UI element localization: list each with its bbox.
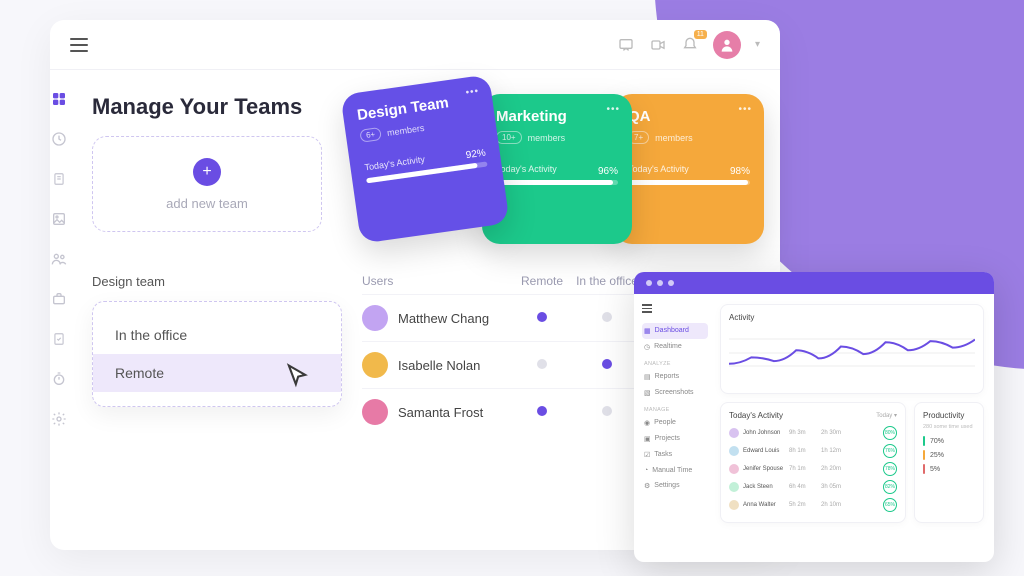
mini-sidebar: ▦Dashboard ◷Realtime ANALYZE ▤Reports ▧S… — [634, 294, 716, 562]
left-nav-rail — [50, 70, 68, 550]
productivity-card: Productivity 280 some time used 70%25%5% — [914, 402, 984, 523]
nav-people[interactable]: ◉People — [642, 415, 708, 431]
list-item: 5% — [923, 462, 975, 476]
table-row[interactable]: Matthew Chang — [362, 294, 642, 341]
list-item: John Johnson9h 3m2h 30m80% — [729, 424, 897, 442]
list-item: Anna Walter5h 2m2h 10m65% — [729, 496, 897, 514]
document-icon[interactable] — [50, 170, 68, 188]
dashboard-icon[interactable] — [50, 90, 68, 108]
topbar: 11 ▾ — [50, 20, 780, 70]
table-row[interactable]: Samanta Frost — [362, 388, 642, 435]
list-item: Edward Louis8h 1m1h 12m76% — [729, 442, 897, 460]
team-card-marketing[interactable]: ••• Marketing 10+members Today's Activit… — [482, 94, 632, 244]
nav-realtime[interactable]: ◷Realtime — [642, 339, 708, 355]
more-icon[interactable]: ••• — [606, 104, 620, 115]
nav-manual-time[interactable]: ◔Manual Time — [642, 463, 708, 478]
plus-icon: + — [193, 158, 221, 186]
list-item: 70% — [923, 434, 975, 448]
page-title: Manage Your Teams — [92, 94, 322, 120]
nav-screenshots[interactable]: ▧Screenshots — [642, 385, 708, 401]
team-card-qa[interactable]: ••• QA 7+members Today's Activity 98% — [614, 94, 764, 244]
notification-badge: 11 — [694, 30, 707, 39]
checklist-icon[interactable] — [50, 330, 68, 348]
activity-line-chart — [729, 326, 975, 380]
mini-dashboard-window: ▦Dashboard ◷Realtime ANALYZE ▤Reports ▧S… — [634, 272, 994, 562]
mini-titlebar — [634, 272, 994, 294]
users-table-header: Users Remote In the office — [362, 274, 642, 294]
menu-icon[interactable] — [642, 304, 708, 313]
nav-reports[interactable]: ▤Reports — [642, 369, 708, 385]
gear-icon[interactable] — [50, 410, 68, 428]
location-option-office[interactable]: In the office — [93, 316, 341, 354]
image-icon[interactable] — [50, 210, 68, 228]
team-card-title: QA — [628, 108, 750, 125]
more-icon[interactable]: ••• — [465, 86, 480, 99]
video-icon[interactable] — [649, 36, 667, 54]
list-item: Jack Steen6h 4m3h 05m82% — [729, 478, 897, 496]
bell-icon[interactable]: 11 — [681, 36, 699, 54]
add-team-label: add new team — [166, 196, 248, 211]
timer-icon[interactable] — [50, 370, 68, 388]
avatar[interactable] — [713, 31, 741, 59]
nav-dashboard[interactable]: ▦Dashboard — [642, 323, 708, 339]
nav-tasks[interactable]: ☑Tasks — [642, 447, 708, 463]
menu-icon[interactable] — [70, 38, 88, 52]
people-icon[interactable] — [50, 250, 68, 268]
cursor-icon — [283, 362, 311, 390]
table-row[interactable]: Isabelle Nolan — [362, 341, 642, 388]
activity-chart-title: Activity — [729, 313, 975, 322]
team-card-title: Marketing — [496, 108, 618, 125]
today-activity-card: Today's ActivityToday ▾ John Johnson9h 3… — [720, 402, 906, 523]
team-card-design[interactable]: ••• Design Team 6+members Today's Activi… — [340, 74, 509, 243]
clock-icon[interactable] — [50, 130, 68, 148]
chevron-down-icon[interactable]: ▾ — [755, 39, 760, 50]
add-team-button[interactable]: + add new team — [92, 136, 322, 232]
briefcase-icon[interactable] — [50, 290, 68, 308]
chat-icon[interactable] — [617, 36, 635, 54]
list-item: Jenifer Spouse7h 1m2h 20m78% — [729, 460, 897, 478]
location-selector: In the office Remote — [92, 301, 342, 407]
activity-chart-card: Activity — [720, 304, 984, 394]
list-item: 25% — [923, 448, 975, 462]
nav-projects[interactable]: ▣Projects — [642, 431, 708, 447]
design-team-heading: Design team — [92, 274, 342, 289]
nav-settings[interactable]: ⚙Settings — [642, 478, 708, 494]
location-option-remote[interactable]: Remote — [93, 354, 341, 392]
more-icon[interactable]: ••• — [738, 104, 752, 115]
